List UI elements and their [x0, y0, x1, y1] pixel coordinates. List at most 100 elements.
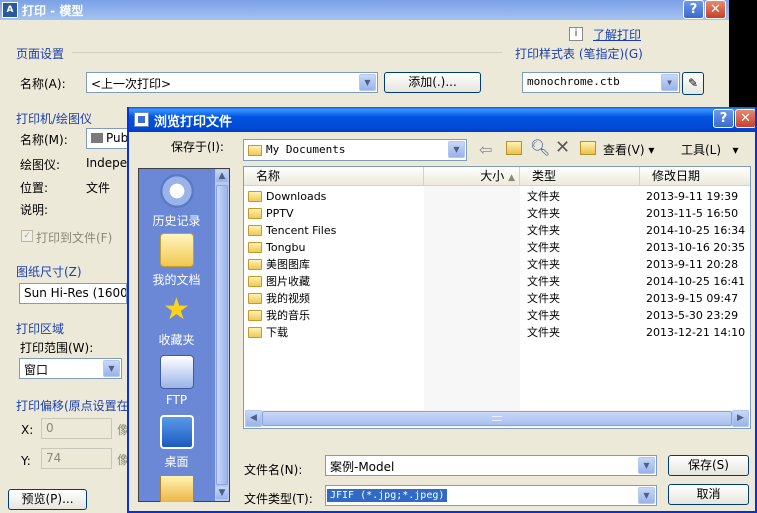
scroll-thumb[interactable]	[262, 411, 732, 426]
page-setup-name-select[interactable]: <上一次打印> ▼	[86, 72, 378, 93]
file-type: 文件夹	[527, 292, 560, 305]
place-ftp-label: FTP	[165, 393, 188, 407]
file-modified: 2013-11-5 16:50	[646, 207, 739, 220]
file-modified: 2013-10-16 20:35	[646, 241, 746, 254]
chevron-down-icon: ▼	[638, 457, 655, 474]
help-button[interactable]: ?	[683, 0, 704, 19]
file-type: 文件夹	[527, 258, 560, 271]
file-row[interactable]: Tencent Files 文件夹 2014-10-25 16:34	[244, 222, 750, 239]
place-favorites[interactable]: ★ 收藏夹	[139, 293, 214, 348]
cancel-button[interactable]: 取消	[668, 484, 749, 505]
help-link[interactable]: 了解打印	[593, 26, 641, 43]
favorites-star-icon: ★	[163, 292, 190, 327]
file-row[interactable]: 下载 文件夹 2013-12-21 14:10	[244, 324, 750, 341]
folder-icon	[248, 225, 262, 236]
file-name: 我的音乐	[266, 309, 310, 322]
ftp-icon	[159, 355, 194, 389]
page-setup-name-label: 名称(A):	[20, 77, 66, 91]
save-in-label: 保存于(I):	[171, 140, 224, 154]
file-row[interactable]: 美图图库 文件夹 2013-9-11 20:28	[244, 256, 750, 273]
places-scrollbar[interactable]: ▲ ▼	[215, 169, 229, 501]
place-history[interactable]: 历史记录	[139, 174, 214, 229]
save-in-value: My Documents	[266, 143, 346, 156]
search-icon[interactable]: 🔍︎	[530, 138, 550, 157]
file-row[interactable]: PPTV 文件夹 2013-11-5 16:50	[244, 205, 750, 222]
scroll-thumb[interactable]	[216, 185, 228, 485]
folder-icon	[248, 191, 262, 202]
file-row[interactable]: 我的视频 文件夹 2013-9-15 09:47	[244, 290, 750, 307]
back-icon[interactable]: ⇦	[479, 140, 492, 159]
column-header-modified[interactable]: 修改日期	[640, 167, 750, 186]
file-type: 文件夹	[527, 241, 560, 254]
place-my-documents-label: 我的文档	[152, 273, 201, 287]
print-to-file-checkbox[interactable]: ✓	[21, 230, 33, 242]
tools-menu[interactable]: 工具(L) ▾	[681, 141, 739, 158]
up-folder-icon[interactable]	[506, 141, 522, 155]
plotter-value: Indeper	[86, 156, 133, 170]
close-button[interactable]: ✕	[705, 0, 726, 19]
place-more[interactable]	[139, 475, 214, 502]
filetype-select[interactable]: JFIF (*.jpg;*.jpeg) ▼	[325, 485, 657, 506]
page-setup-group-title: 页面设置	[16, 47, 65, 61]
delete-icon[interactable]: ✕	[555, 137, 570, 158]
file-type: 文件夹	[527, 207, 560, 220]
file-type: 文件夹	[527, 326, 560, 339]
file-modified: 2014-10-25 16:41	[646, 275, 746, 288]
place-ftp[interactable]: FTP	[139, 355, 214, 407]
preview-button[interactable]: 预览(P)...	[8, 489, 87, 510]
file-list-hscrollbar[interactable]: ◀ ▶	[245, 410, 749, 427]
offset-y-input[interactable]: 74	[41, 448, 112, 469]
scroll-down-icon[interactable]: ▼	[215, 486, 229, 500]
close-button[interactable]: ✕	[735, 109, 755, 128]
paper-size-select[interactable]: Sun Hi-Res (1600.	[19, 283, 127, 304]
desktop-background	[729, 0, 757, 107]
scroll-right-icon[interactable]: ▶	[732, 410, 749, 427]
place-desktop[interactable]: 桌面	[139, 415, 214, 470]
add-page-setup-button[interactable]: 添加(.)...	[384, 72, 481, 93]
plot-style-select[interactable]: monochrome.ctb ▼	[522, 72, 680, 93]
plotter-label: 绘图仪:	[20, 158, 61, 172]
place-favorites-label: 收藏夹	[158, 333, 195, 347]
column-header-type[interactable]: 类型	[520, 167, 640, 186]
place-my-documents[interactable]: 我的文档	[139, 233, 214, 288]
print-dialog-titlebar[interactable]: A 打印 - 模型 ? ✕	[0, 0, 729, 20]
filename-label: 文件名(N):	[244, 463, 303, 477]
folder-icon	[248, 276, 262, 287]
browse-dialog-titlebar[interactable]: 浏览打印文件 ? ✕	[129, 107, 755, 132]
folder-icon	[248, 259, 262, 270]
filename-value: 案例-Model	[330, 460, 395, 474]
plot-range-select[interactable]: 窗口 ▼	[19, 358, 122, 379]
scroll-left-icon[interactable]: ◀	[245, 410, 262, 427]
column-header-name[interactable]: 名称	[244, 167, 424, 186]
divider	[72, 52, 502, 53]
save-button[interactable]: 保存(S)	[668, 455, 749, 476]
history-icon	[159, 174, 194, 208]
offset-x-input[interactable]: 0	[41, 418, 112, 439]
folder-icon	[248, 242, 262, 253]
pencil-icon: ✎	[687, 76, 699, 90]
edit-plot-style-button[interactable]: ✎	[682, 72, 704, 95]
file-modified: 2013-9-11 20:28	[646, 258, 739, 271]
scroll-up-icon[interactable]: ▲	[215, 169, 229, 183]
file-row[interactable]: Tongbu 文件夹 2013-10-16 20:35	[244, 239, 750, 256]
print-to-file-label: 打印到文件(F)	[36, 231, 113, 245]
file-row[interactable]: Downloads 文件夹 2013-9-11 19:39	[244, 188, 750, 205]
place-history-label: 历史记录	[152, 214, 201, 228]
folder-icon	[248, 145, 262, 156]
file-row[interactable]: 我的音乐 文件夹 2013-5-30 23:29	[244, 307, 750, 324]
save-in-select[interactable]: My Documents ▼	[243, 139, 467, 161]
location-value: 文件	[86, 181, 111, 195]
plot-range-value: 窗口	[24, 363, 49, 377]
filename-input[interactable]: 案例-Model ▼	[325, 455, 657, 476]
new-folder-icon[interactable]	[580, 141, 596, 155]
help-button[interactable]: ?	[713, 109, 734, 128]
file-row[interactable]: 图片收藏 文件夹 2014-10-25 16:41	[244, 273, 750, 290]
folder-icon	[159, 475, 194, 502]
column-header-size[interactable]: 大小 ▲	[424, 167, 520, 186]
plot-style-value: monochrome.ctb	[527, 75, 620, 88]
folder-icon	[248, 208, 262, 219]
places-bar: 历史记录 我的文档 ★ 收藏夹 FTP 桌面 ▲ ▼	[138, 168, 230, 502]
view-menu[interactable]: 查看(V) ▾	[603, 141, 654, 158]
autocad-app-icon: A	[2, 2, 18, 18]
printer-name-value: Pub	[106, 131, 129, 145]
